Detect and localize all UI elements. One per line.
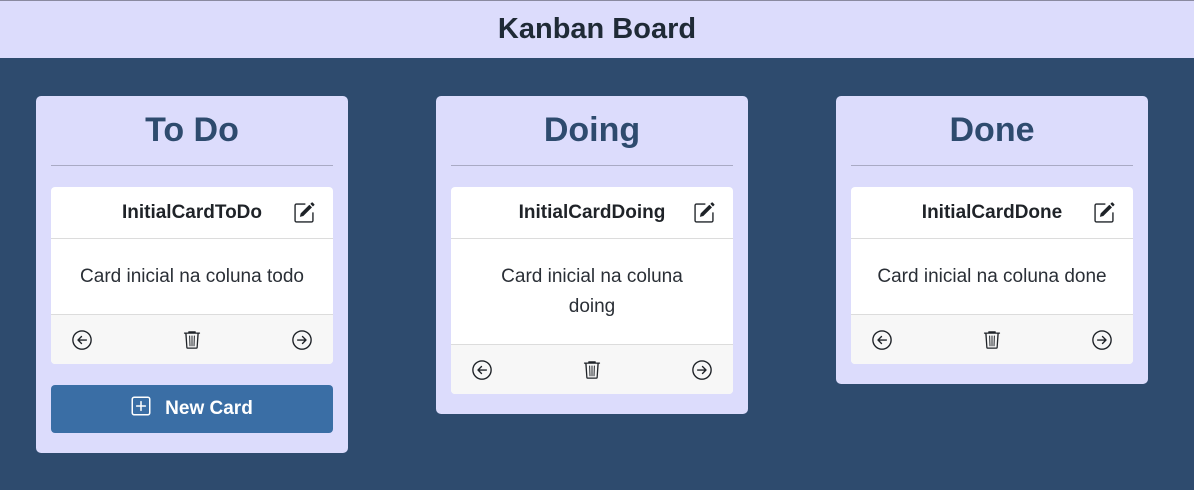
arrow-right-circle-icon[interactable]	[691, 359, 713, 381]
card-title: InitialCardDone	[921, 201, 1063, 223]
column-title: Doing	[451, 96, 733, 166]
new-card-button[interactable]: New Card	[51, 385, 333, 433]
card-body: Card inicial na coluna done	[877, 266, 1107, 287]
column-doing: Doing InitialCardDoing Card inicial na c…	[436, 96, 748, 414]
card-footer	[51, 314, 333, 364]
card-title: InitialCardDoing	[518, 201, 666, 223]
card: InitialCardToDo Card inicial na coluna t…	[51, 187, 333, 364]
new-card-label: New Card	[165, 398, 253, 419]
card-header: InitialCardToDo	[51, 187, 333, 239]
card: InitialCardDoing Card inicial na coluna …	[451, 187, 733, 394]
card: InitialCardDone Card inicial na coluna d…	[851, 187, 1133, 364]
card-footer	[451, 344, 733, 394]
plus-square-icon	[131, 396, 151, 422]
column-todo: To Do InitialCardToDo Card inicial na co…	[36, 96, 348, 453]
arrow-left-circle-icon[interactable]	[871, 329, 893, 351]
column-title: To Do	[51, 96, 333, 166]
column-done: Done InitialCardDone Card inicial na col…	[836, 96, 1148, 384]
edit-icon[interactable]	[693, 202, 715, 224]
card-header: InitialCardDoing	[451, 187, 733, 239]
app-header: Kanban Board	[0, 0, 1194, 58]
card-footer	[851, 314, 1133, 364]
trash-icon[interactable]	[981, 329, 1003, 351]
arrow-left-circle-icon[interactable]	[471, 359, 493, 381]
card-title: InitialCardToDo	[121, 201, 263, 223]
card-body: Card inicial na coluna todo	[80, 266, 304, 287]
page-title: Kanban Board	[497, 13, 697, 45]
arrow-right-circle-icon[interactable]	[1091, 329, 1113, 351]
trash-icon[interactable]	[181, 329, 203, 351]
trash-icon[interactable]	[581, 359, 603, 381]
column-title: Done	[851, 96, 1133, 166]
arrow-right-circle-icon[interactable]	[291, 329, 313, 351]
card-header: InitialCardDone	[851, 187, 1133, 239]
kanban-board: To Do InitialCardToDo Card inicial na co…	[0, 58, 1194, 490]
card-body: Card inicial na coluna doing	[501, 266, 683, 317]
edit-icon[interactable]	[1093, 202, 1115, 224]
edit-icon[interactable]	[293, 202, 315, 224]
arrow-left-circle-icon[interactable]	[71, 329, 93, 351]
